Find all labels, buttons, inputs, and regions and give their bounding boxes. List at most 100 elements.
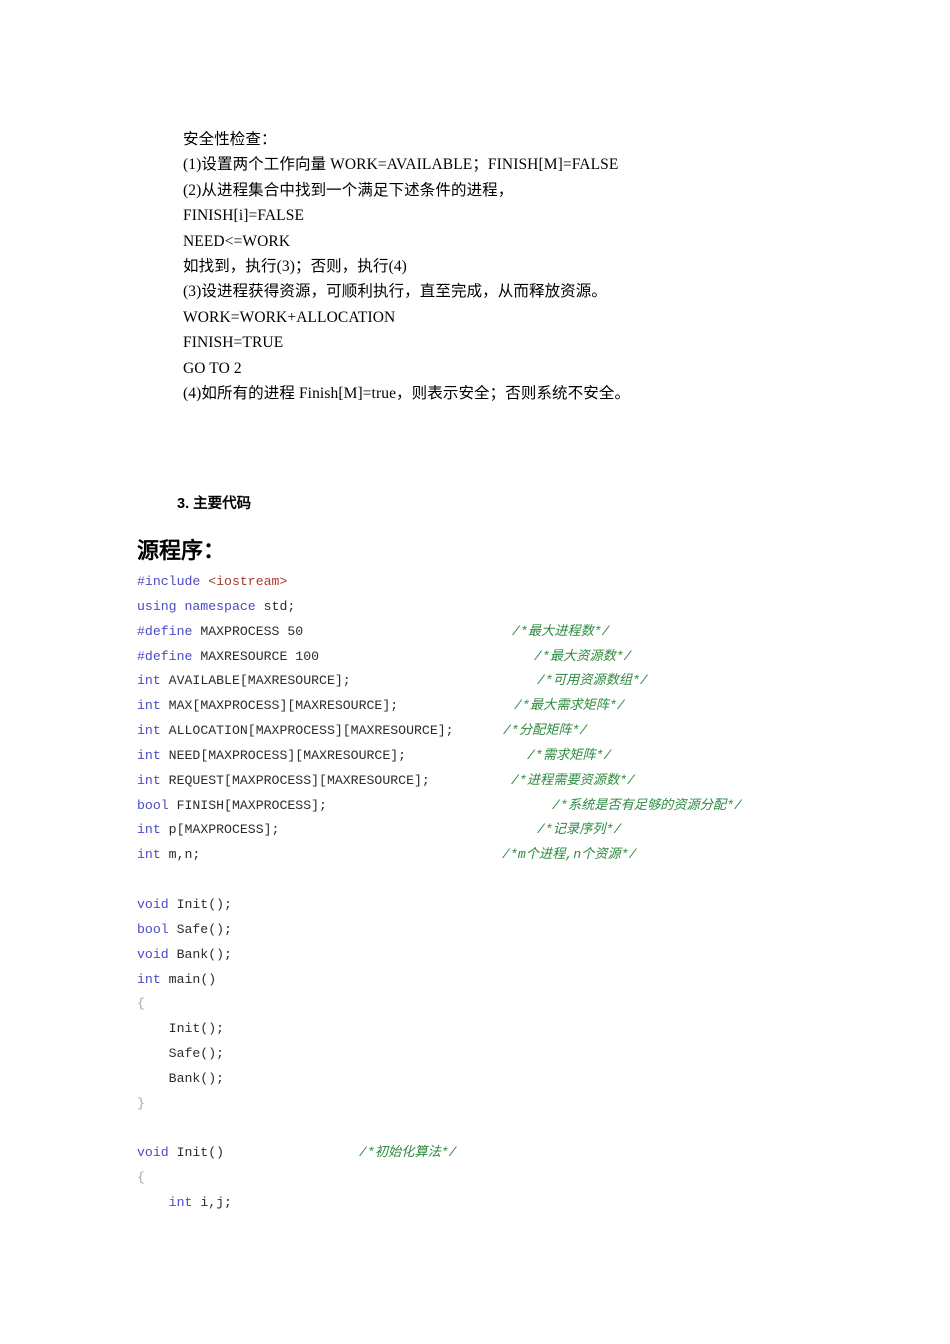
code-comment: /*可用资源数组*/ <box>537 673 648 689</box>
code-line: Bank(); <box>137 1067 937 1092</box>
code-keyword: void <box>137 1145 169 1161</box>
code-line-text: int ALLOCATION[MAXPROCESS][MAXRESOURCE]; <box>137 723 454 738</box>
code-line-text: #include <iostream> <box>137 574 287 589</box>
code-keyword: int <box>137 698 161 714</box>
code-brace: { <box>137 1170 145 1186</box>
code-comment: /*需求矩阵*/ <box>527 747 612 763</box>
code-line: Safe(); <box>137 1042 937 1067</box>
code-identifier: MAX[MAXPROCESS][MAXRESOURCE]; <box>160 698 399 714</box>
code-identifier: REQUEST[MAXPROCESS][MAXRESOURCE]; <box>160 772 430 788</box>
code-line: int m,n; /*m个进程,n个资源*/ <box>137 843 937 868</box>
code-comment: /*最大资源数*/ <box>534 648 632 664</box>
prose-line: WORK=WORK+ALLOCATION <box>183 308 396 326</box>
code-line: #define MAXRESOURCE 100 /*最大资源数*/ <box>137 645 937 670</box>
code-line: int main() <box>137 968 937 993</box>
code-identifier: Safe(); <box>168 921 232 937</box>
document-page: 安全性检查： (1)设置两个工作向量 WORK=AVAILABLE；FINISH[… <box>0 0 950 1344</box>
code-line: int MAX[MAXPROCESS][MAXRESOURCE]; /*最大需求矩… <box>137 694 937 719</box>
code-line-text: bool Safe(); <box>137 922 232 937</box>
code-keyword: void <box>137 946 169 962</box>
code-line: { <box>137 992 937 1017</box>
code-comment: /*分配矩阵*/ <box>503 723 588 739</box>
prose-line: (4)如所有的进程 Finish[M]=true，则表示安全；否则系统不安全。 <box>183 385 631 403</box>
code-identifier: Init(); <box>168 896 232 912</box>
code-line: int i,j; <box>137 1191 937 1216</box>
code-line-text: int REQUEST[MAXPROCESS][MAXRESOURCE]; <box>137 773 430 788</box>
code-identifier: i,j; <box>192 1195 232 1211</box>
code-line-text: int i,j; <box>137 1195 232 1210</box>
code-comment: /*m个进程,n个资源*/ <box>502 847 637 863</box>
code-line-text: #define MAXPROCESS 50 <box>137 624 303 639</box>
code-line: bool Safe(); <box>137 918 937 943</box>
code-line: #define MAXPROCESS 50 /*最大进程数*/ <box>137 620 937 645</box>
prose-line: FINISH[i]=FALSE <box>183 207 305 225</box>
code-keyword: bool <box>137 921 169 937</box>
code-identifier: p[MAXPROCESS]; <box>160 822 280 838</box>
code-line: int REQUEST[MAXPROCESS][MAXRESOURCE]; /*进… <box>137 769 937 794</box>
code-comment: /*记录序列*/ <box>537 822 622 838</box>
code-brace: { <box>137 996 145 1012</box>
code-identifier: MAXRESOURCE 100 <box>192 648 320 664</box>
code-line-text: int NEED[MAXPROCESS][MAXRESOURCE]; <box>137 748 406 763</box>
code-identifier: NEED[MAXPROCESS][MAXRESOURCE]; <box>160 747 407 763</box>
prose-line: 如找到，执行(3)；否则，执行(4) <box>183 258 407 276</box>
code-identifier: std; <box>255 598 296 614</box>
code-identifier: Bank(); <box>137 1070 225 1086</box>
code-line-text: void Init(); <box>137 897 232 912</box>
code-identifier: MAXPROCESS 50 <box>192 623 304 639</box>
code-line: void Init(); <box>137 893 937 918</box>
code-keyword: bool <box>137 797 169 813</box>
code-line-text: #define MAXRESOURCE 100 <box>137 649 319 664</box>
code-line: Init(); <box>137 1017 937 1042</box>
code-keyword: int <box>137 847 161 863</box>
code-line-text: int MAX[MAXPROCESS][MAXRESOURCE]; <box>137 698 398 713</box>
code-line: void Init() /*初始化算法*/ <box>137 1141 937 1166</box>
code-line: using namespace std; <box>137 595 937 620</box>
code-keyword: using namespace <box>137 598 256 614</box>
code-identifier: main() <box>160 971 217 987</box>
code-keyword: #define <box>137 623 193 639</box>
code-line: bool FINISH[MAXPROCESS]; /*系统是否有足够的资源分配*/ <box>137 794 937 819</box>
code-line: int AVAILABLE[MAXRESOURCE]; /*可用资源数组*/ <box>137 669 937 694</box>
code-header-name: <iostream> <box>208 574 288 589</box>
code-line-text: int m,n; <box>137 847 200 862</box>
code-comment: /*进程需要资源数*/ <box>511 772 635 788</box>
code-line-text: void Bank(); <box>137 947 232 962</box>
code-identifier: FINISH[MAXPROCESS]; <box>168 797 327 813</box>
code-line: int NEED[MAXPROCESS][MAXRESOURCE]; /*需求矩阵… <box>137 744 937 769</box>
code-line-text: using namespace std; <box>137 599 295 614</box>
code-identifier: Safe(); <box>137 1046 225 1062</box>
code-line: int p[MAXPROCESS]; /*记录序列*/ <box>137 818 937 843</box>
code-line: #include <iostream> <box>137 570 937 595</box>
code-identifier: Init(); <box>137 1021 225 1037</box>
code-line-text: bool FINISH[MAXPROCESS]; <box>137 798 327 813</box>
algorithm-description-block: 安全性检查： (1)设置两个工作向量 WORK=AVAILABLE；FINISH[… <box>183 127 803 406</box>
prose-line: GO TO 2 <box>183 359 242 377</box>
prose-line: (3)设进程获得资源，可顺利执行，直至完成，从而释放资源。 <box>183 283 607 301</box>
code-brace: } <box>137 1095 145 1111</box>
code-keyword: int <box>137 772 161 788</box>
code-keyword: void <box>137 896 169 912</box>
code-keyword: int <box>137 822 161 838</box>
code-line: } <box>137 1092 937 1117</box>
code-line: { <box>137 1166 937 1191</box>
code-line-text: Init(); <box>137 1021 224 1036</box>
source-code-block: #include <iostream> using namespace std; #… <box>137 570 937 1216</box>
section-heading-main-code: 3. 主要代码 <box>177 496 252 512</box>
code-line-text: int AVAILABLE[MAXRESOURCE]; <box>137 673 351 688</box>
code-keyword: int <box>137 747 161 763</box>
code-comment: /*最大进程数*/ <box>512 623 610 639</box>
code-keyword: int <box>137 971 161 987</box>
code-keyword: int <box>137 673 161 689</box>
code-line: int ALLOCATION[MAXPROCESS][MAXRESOURCE];… <box>137 719 937 744</box>
prose-line: 安全性检查： <box>183 131 277 148</box>
code-line: void Bank(); <box>137 943 937 968</box>
code-keyword: #define <box>137 648 193 664</box>
code-line-text: int p[MAXPROCESS]; <box>137 822 279 837</box>
code-keyword: #include <box>137 574 201 589</box>
code-line-text: void Init() <box>137 1145 224 1160</box>
code-identifier: m,n; <box>160 847 201 863</box>
code-line-text: Safe(); <box>137 1046 224 1061</box>
